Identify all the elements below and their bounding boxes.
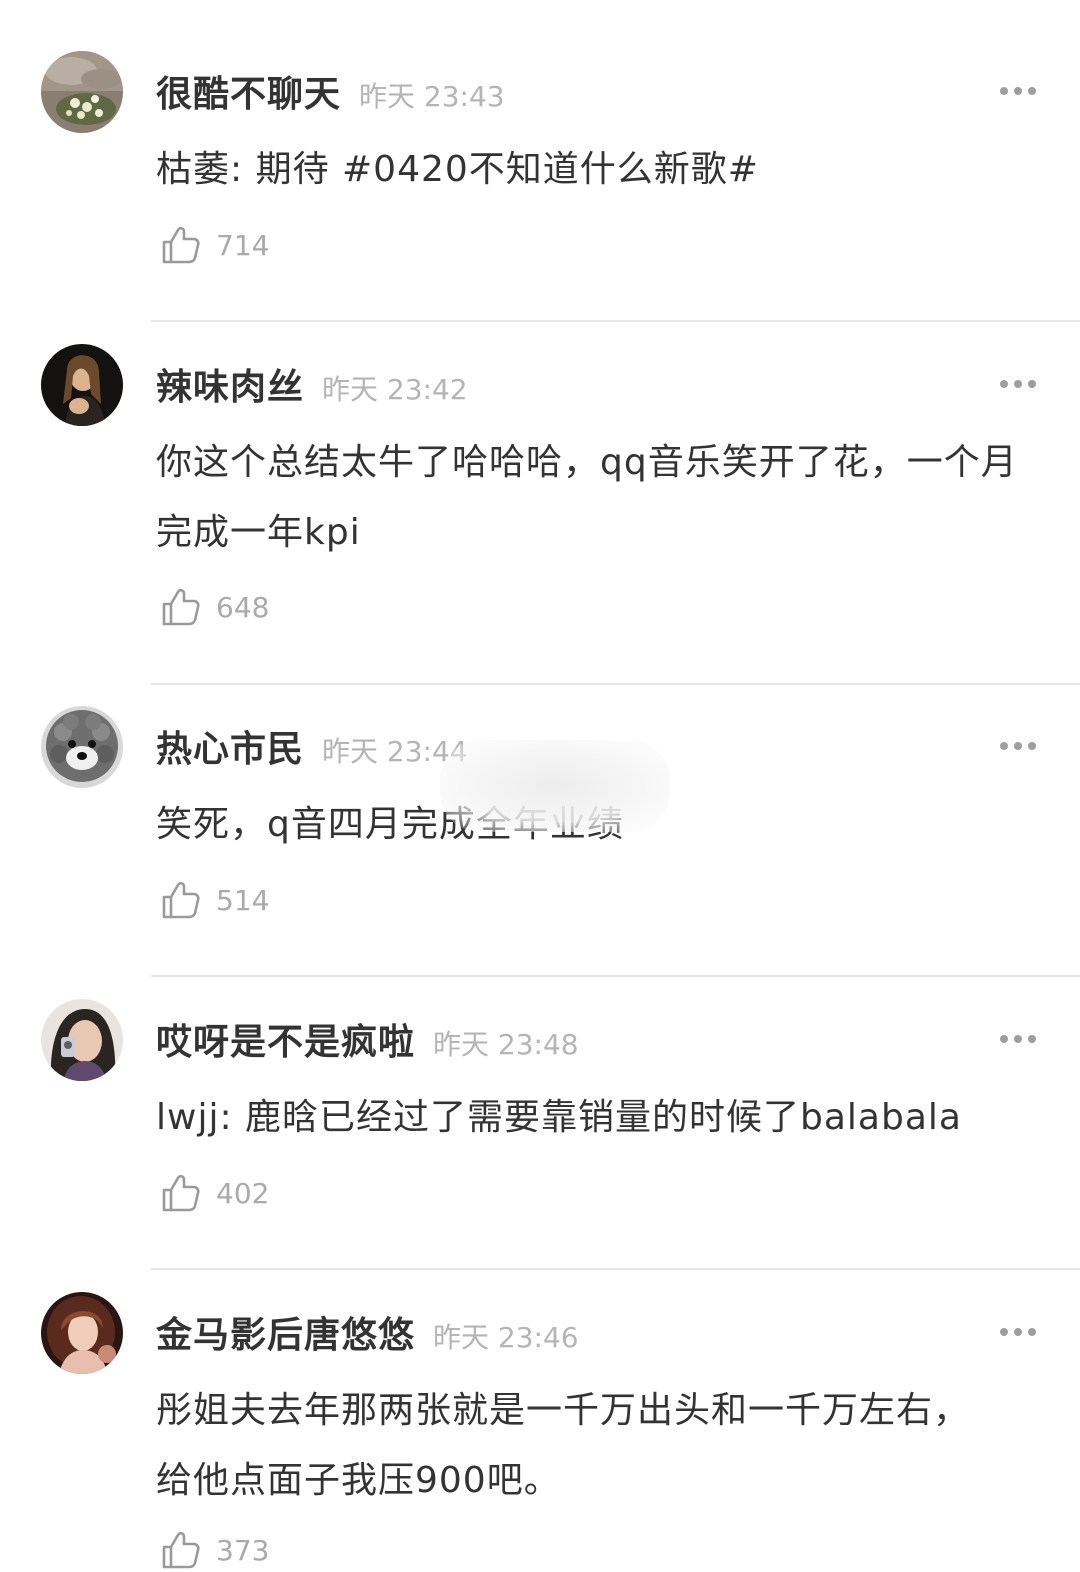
more-dots-icon <box>1000 742 1008 750</box>
more-options-button[interactable] <box>990 372 1046 396</box>
username[interactable]: 热心市民 <box>156 720 304 772</box>
thumbs-up-icon <box>162 588 200 626</box>
username[interactable]: 金马影后唐悠悠 <box>156 1306 415 1358</box>
comment-header: 辣味肉丝 昨天 23:42 <box>156 358 468 412</box>
more-dots-icon <box>1000 87 1008 95</box>
thumbs-up-icon <box>162 226 200 264</box>
more-dot <box>1014 87 1022 95</box>
avatar[interactable] <box>41 706 123 788</box>
like-count: 373 <box>216 1533 270 1567</box>
comment-header: 很酷不聊天 昨天 23:43 <box>156 65 505 119</box>
thumbs-up-icon <box>162 1174 200 1212</box>
timestamp: 昨天 23:43 <box>359 80 505 113</box>
thumbs-up-icon <box>162 881 200 919</box>
like-button[interactable]: 373 <box>160 1528 269 1572</box>
like-count: 648 <box>216 590 270 624</box>
portrait-photo-avatar-icon <box>41 344 123 426</box>
like-button[interactable]: 714 <box>160 223 269 267</box>
comment-header: 哎呀是不是疯啦 昨天 23:48 <box>156 1013 579 1067</box>
more-dot <box>1028 1035 1036 1043</box>
divider <box>151 1268 1080 1270</box>
more-dot <box>1028 1328 1036 1336</box>
thumbs-up-icon <box>162 1531 200 1569</box>
comment-header: 热心市民 昨天 23:44 <box>156 720 468 774</box>
divider <box>151 683 1080 685</box>
avatar[interactable] <box>41 1292 123 1374</box>
more-dot <box>1014 742 1022 750</box>
more-dot <box>1028 380 1036 388</box>
more-dots-icon <box>1000 1035 1008 1043</box>
like-count: 402 <box>216 1176 270 1210</box>
avatar[interactable] <box>41 999 123 1081</box>
comment-text: 你这个总结太牛了哈哈哈，qq音乐笑开了花，一个月完成一年kpi <box>156 442 1018 553</box>
dog-photo-avatar-icon <box>41 706 123 788</box>
more-options-button[interactable] <box>990 79 1046 103</box>
comment-text: 枯萎: 期待 #0420不知道什么新歌# <box>156 149 759 190</box>
privacy-blur <box>440 740 670 832</box>
comment-header: 金马影后唐悠悠 昨天 23:46 <box>156 1306 579 1360</box>
more-dots-icon <box>1000 380 1008 388</box>
timestamp: 昨天 23:48 <box>433 1028 579 1061</box>
comment-text: lwjj: 鹿晗已经过了需要靠销量的时候了balabala <box>156 1097 962 1138</box>
like-button[interactable]: 402 <box>160 1171 269 1215</box>
like-button[interactable]: 514 <box>160 878 269 922</box>
more-dots-icon <box>1000 1328 1008 1336</box>
username[interactable]: 很酷不聊天 <box>156 65 341 117</box>
avatar[interactable] <box>41 344 123 426</box>
more-dot <box>1028 742 1036 750</box>
username[interactable]: 辣味肉丝 <box>156 358 304 410</box>
more-dot <box>1014 380 1022 388</box>
divider <box>151 975 1080 977</box>
selfie-photo-avatar-icon <box>41 999 123 1081</box>
timestamp: 昨天 23:46 <box>433 1321 579 1354</box>
more-dot <box>1014 1328 1022 1336</box>
like-button[interactable]: 648 <box>160 585 269 629</box>
more-options-button[interactable] <box>990 1320 1046 1344</box>
like-count: 514 <box>216 883 270 917</box>
more-options-button[interactable] <box>990 1027 1046 1051</box>
more-dot <box>1028 87 1036 95</box>
comment-text: 彤姐夫去年那两张就是一千万出头和一千万左右，给他点面子我压900吧。 <box>156 1390 971 1501</box>
like-count: 714 <box>216 228 270 262</box>
avatar[interactable] <box>41 51 123 133</box>
more-dot <box>1014 1035 1022 1043</box>
flower-photo-avatar-icon <box>41 51 123 133</box>
username[interactable]: 哎呀是不是疯啦 <box>156 1013 415 1065</box>
timestamp: 昨天 23:42 <box>322 373 468 406</box>
divider <box>151 320 1080 322</box>
more-options-button[interactable] <box>990 734 1046 758</box>
portrait-photo-avatar-icon <box>41 1292 123 1374</box>
